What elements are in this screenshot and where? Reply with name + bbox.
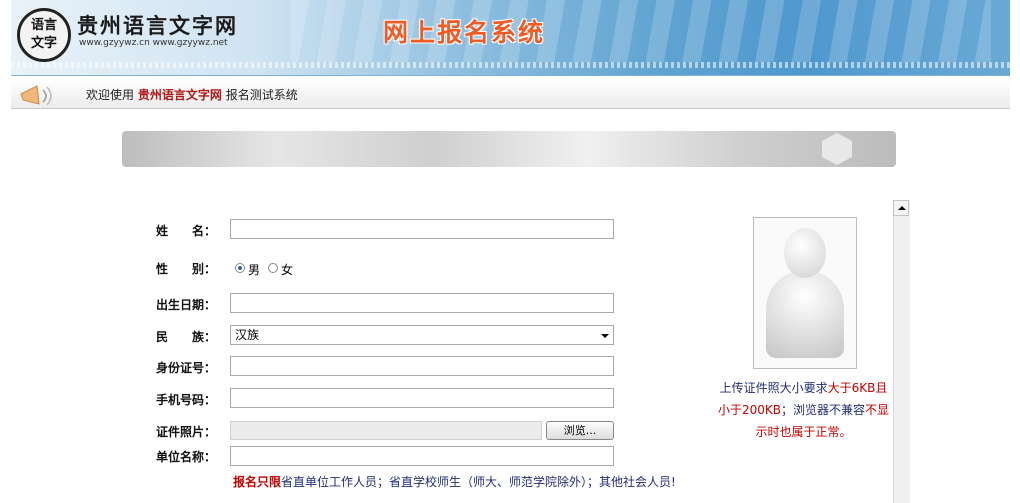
system-title: 网上报名系统 <box>383 18 546 47</box>
org-label: 单位名称： <box>156 450 217 464</box>
person-silhouette-icon <box>784 228 826 278</box>
scrollbar-track[interactable] <box>893 200 910 503</box>
name-input[interactable] <box>230 219 614 239</box>
person-silhouette-body <box>766 270 844 358</box>
photo-hint-part1: 上传证件照大小要求 <box>719 381 828 395</box>
browse-button[interactable]: 浏览... <box>546 421 614 440</box>
welcome-prefix: 欢迎使用 <box>86 88 135 102</box>
gender-female-radio[interactable] <box>268 263 278 273</box>
logo-urls: www.gzyywz.cn www.gzyywz.net <box>79 38 228 48</box>
id-number-input[interactable] <box>230 356 614 376</box>
birth-label: 出生日期： <box>156 298 217 312</box>
scroll-up-button[interactable] <box>893 200 909 216</box>
megaphone-icon <box>20 85 52 106</box>
decorative-banner-bar <box>122 131 896 167</box>
gender-male-radio[interactable] <box>235 263 245 273</box>
ethnicity-select[interactable]: 汉族 <box>230 325 614 345</box>
name-label: 姓 名： <box>156 224 217 238</box>
logo-mark-line2: 文字 <box>30 36 57 51</box>
org-input[interactable] <box>230 446 614 466</box>
phone-label: 手机号码： <box>156 393 217 407</box>
hexagon-icon <box>822 133 852 165</box>
note-highlight: 报名只限 <box>233 475 282 489</box>
id-label: 身份证号： <box>156 361 217 375</box>
logo-seal-icon: 语言 文字 <box>17 8 71 62</box>
photo-file-input[interactable] <box>230 421 542 440</box>
ethnicity-selected-value: 汉族 <box>235 328 260 342</box>
photo-hint-part2: 大于 <box>827 381 852 395</box>
gender-male-label: 男 <box>248 263 261 277</box>
photo-preview <box>753 217 857 369</box>
ethnicity-label: 民 族： <box>156 330 217 344</box>
welcome-bar: 欢迎使用 贵州语言文字网 报名测试系统 <box>11 78 1010 109</box>
welcome-suffix: 报名测试系统 <box>225 88 298 102</box>
photo-hint: 上传证件照大小要求大于6KB且小于200KB；浏览器不兼容不显示时也属于正常。 <box>716 377 891 443</box>
birth-date-input[interactable] <box>230 293 614 313</box>
welcome-site-name: 贵州语言文字网 <box>137 88 222 102</box>
registration-note: 报名只限省直单位工作人员；省直学校师生（师大、师范学院除外）；其他社会人员! <box>233 473 676 490</box>
chevron-down-icon <box>601 334 609 338</box>
note-text: 省直单位工作人员；省直学校师生（师大、师范学院除外）；其他社会人员! <box>281 475 676 489</box>
banner-stripe <box>11 62 1010 68</box>
logo-mark-line1: 语言 <box>30 18 57 33</box>
phone-input[interactable] <box>230 388 614 408</box>
gender-label: 性 别： <box>156 262 217 276</box>
photo-label: 证件照片： <box>156 425 217 439</box>
gender-female-label: 女 <box>281 263 294 277</box>
header-banner: 语言 文字 贵州语言文字网 www.gzyywz.cn www.gzyywz.n… <box>11 0 1010 76</box>
logo-title: 贵州语言文字网 <box>77 13 238 38</box>
welcome-text: 欢迎使用 贵州语言文字网 报名测试系统 <box>86 86 298 103</box>
photo-hint-part4: ；浏览器不兼容 <box>780 403 865 417</box>
page-frame: 语言 文字 贵州语言文字网 www.gzyywz.cn www.gzyywz.n… <box>11 0 1010 503</box>
